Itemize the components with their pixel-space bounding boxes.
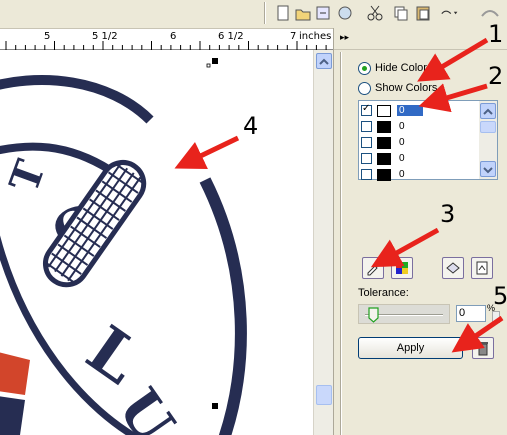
color-selector-button[interactable] xyxy=(362,257,384,279)
chevron-down-icon xyxy=(483,167,493,174)
save-mask-icon xyxy=(446,262,460,274)
tolerance-spinner[interactable] xyxy=(492,311,500,323)
export-icon[interactable] xyxy=(336,4,354,22)
color-swatch xyxy=(377,152,391,165)
edit-color-button[interactable] xyxy=(391,257,413,279)
show-colors-option[interactable]: Show Colors xyxy=(358,80,437,96)
drawing-canvas[interactable]: T C L U xyxy=(0,50,313,435)
open-mask-button[interactable] xyxy=(471,257,493,279)
color-visibility-checkbox[interactable] xyxy=(361,169,372,180)
color-tolerance-value: 0 xyxy=(399,169,405,180)
color-list-row[interactable]: 0 xyxy=(361,151,479,166)
color-tolerance-value: 0 xyxy=(399,121,405,132)
remove-mask-button[interactable] xyxy=(472,337,494,359)
color-tolerance-value: 0 xyxy=(399,153,405,164)
rotation-center-marker[interactable] xyxy=(206,63,211,68)
color-visibility-checkbox[interactable] xyxy=(361,137,372,148)
color-list-scrollbar[interactable] xyxy=(479,101,497,179)
color-swatch xyxy=(377,136,391,149)
color-list[interactable]: 0 0 0 0 0 xyxy=(358,100,498,182)
eyedropper-icon xyxy=(367,262,379,276)
paste-icon[interactable] xyxy=(414,4,432,22)
selection-handle[interactable] xyxy=(212,403,218,409)
vertical-scrollbar[interactable] xyxy=(313,50,333,435)
list-scroll-thumb[interactable] xyxy=(480,121,496,133)
logo-artwork: T C L U xyxy=(0,58,247,435)
show-colors-label: Show Colors xyxy=(375,82,438,94)
ruler-tick-label: 5 xyxy=(44,31,51,42)
toolbar-separator xyxy=(264,2,266,24)
apply-button[interactable]: Apply xyxy=(358,337,463,359)
color-list-row[interactable]: 0 xyxy=(361,119,479,134)
hide-colors-label: Hide Colors xyxy=(375,62,433,74)
callout-number: 3 xyxy=(440,200,456,228)
selection-handle[interactable] xyxy=(212,58,218,64)
logo-letter: T xyxy=(1,154,55,198)
callout-number: 5 xyxy=(493,282,507,310)
docker-divider xyxy=(340,52,342,435)
color-visibility-checkbox[interactable] xyxy=(361,103,372,116)
ruler-tick-label: 5 1/2 xyxy=(92,31,118,42)
chevron-up-icon xyxy=(319,58,329,65)
docker-header: ▸▸ xyxy=(334,28,507,50)
expand-docker-icon[interactable]: ▸▸ xyxy=(340,33,349,43)
color-list-row[interactable]: 0 xyxy=(361,103,479,118)
color-list-row[interactable]: 0 xyxy=(361,167,479,182)
color-palette-icon xyxy=(396,262,408,274)
hide-colors-radio[interactable] xyxy=(358,61,371,75)
list-scroll-down-button[interactable] xyxy=(480,161,496,177)
outer-ring-top xyxy=(0,75,154,124)
scroll-up-button[interactable] xyxy=(316,53,332,69)
outer-ring-right xyxy=(199,177,247,435)
list-scroll-up-button[interactable] xyxy=(480,103,496,119)
hide-colors-option[interactable]: Hide Colors xyxy=(358,60,432,76)
trash-icon xyxy=(478,342,488,356)
scroll-thumb[interactable] xyxy=(316,385,332,405)
color-tolerance-value: 0 xyxy=(399,137,405,148)
horizontal-ruler: 5 5 1/2 6 6 1/2 7 inches xyxy=(0,28,333,50)
red-accent-shape xyxy=(0,352,30,395)
copy-icon[interactable] xyxy=(392,4,410,22)
color-swatch xyxy=(377,168,391,181)
cut-icon[interactable] xyxy=(366,4,384,22)
show-colors-radio[interactable] xyxy=(358,81,371,95)
import-icon[interactable] xyxy=(314,4,332,22)
bitmap-color-mask-docker: ▸▸ Hide Colors Show Colors 00000 Toler xyxy=(333,28,507,435)
new-document-icon[interactable] xyxy=(274,4,292,22)
color-visibility-checkbox[interactable] xyxy=(361,121,372,132)
callout-number: 1 xyxy=(488,20,504,48)
ruler-tick-label: 6 xyxy=(170,31,177,42)
color-list-row[interactable]: 0 xyxy=(361,135,479,150)
callout-number: 4 xyxy=(243,112,259,140)
color-visibility-checkbox[interactable] xyxy=(361,153,372,164)
save-mask-button[interactable] xyxy=(442,257,464,279)
color-swatch xyxy=(377,120,391,133)
open-mask-icon xyxy=(476,261,488,275)
tolerance-label: Tolerance: xyxy=(358,287,409,299)
dark-accent-shape xyxy=(0,396,25,435)
logo-letter: L xyxy=(73,312,153,399)
slider-knob[interactable] xyxy=(368,307,379,323)
tolerance-input[interactable]: 0 xyxy=(456,305,486,322)
open-icon[interactable] xyxy=(294,4,312,22)
color-swatch xyxy=(377,104,391,117)
ruler-tick-label: 7 xyxy=(290,31,297,42)
ruler-tick-label: 6 1/2 xyxy=(218,31,244,42)
ruler-unit-label: inches xyxy=(299,31,332,42)
callout-number: 2 xyxy=(488,62,504,90)
tolerance-slider[interactable] xyxy=(358,304,450,324)
undo-dropdown-icon[interactable] xyxy=(440,4,458,22)
top-toolbar xyxy=(0,0,507,28)
chevron-up-icon xyxy=(483,108,493,115)
color-tolerance-value: 0 xyxy=(397,105,423,116)
